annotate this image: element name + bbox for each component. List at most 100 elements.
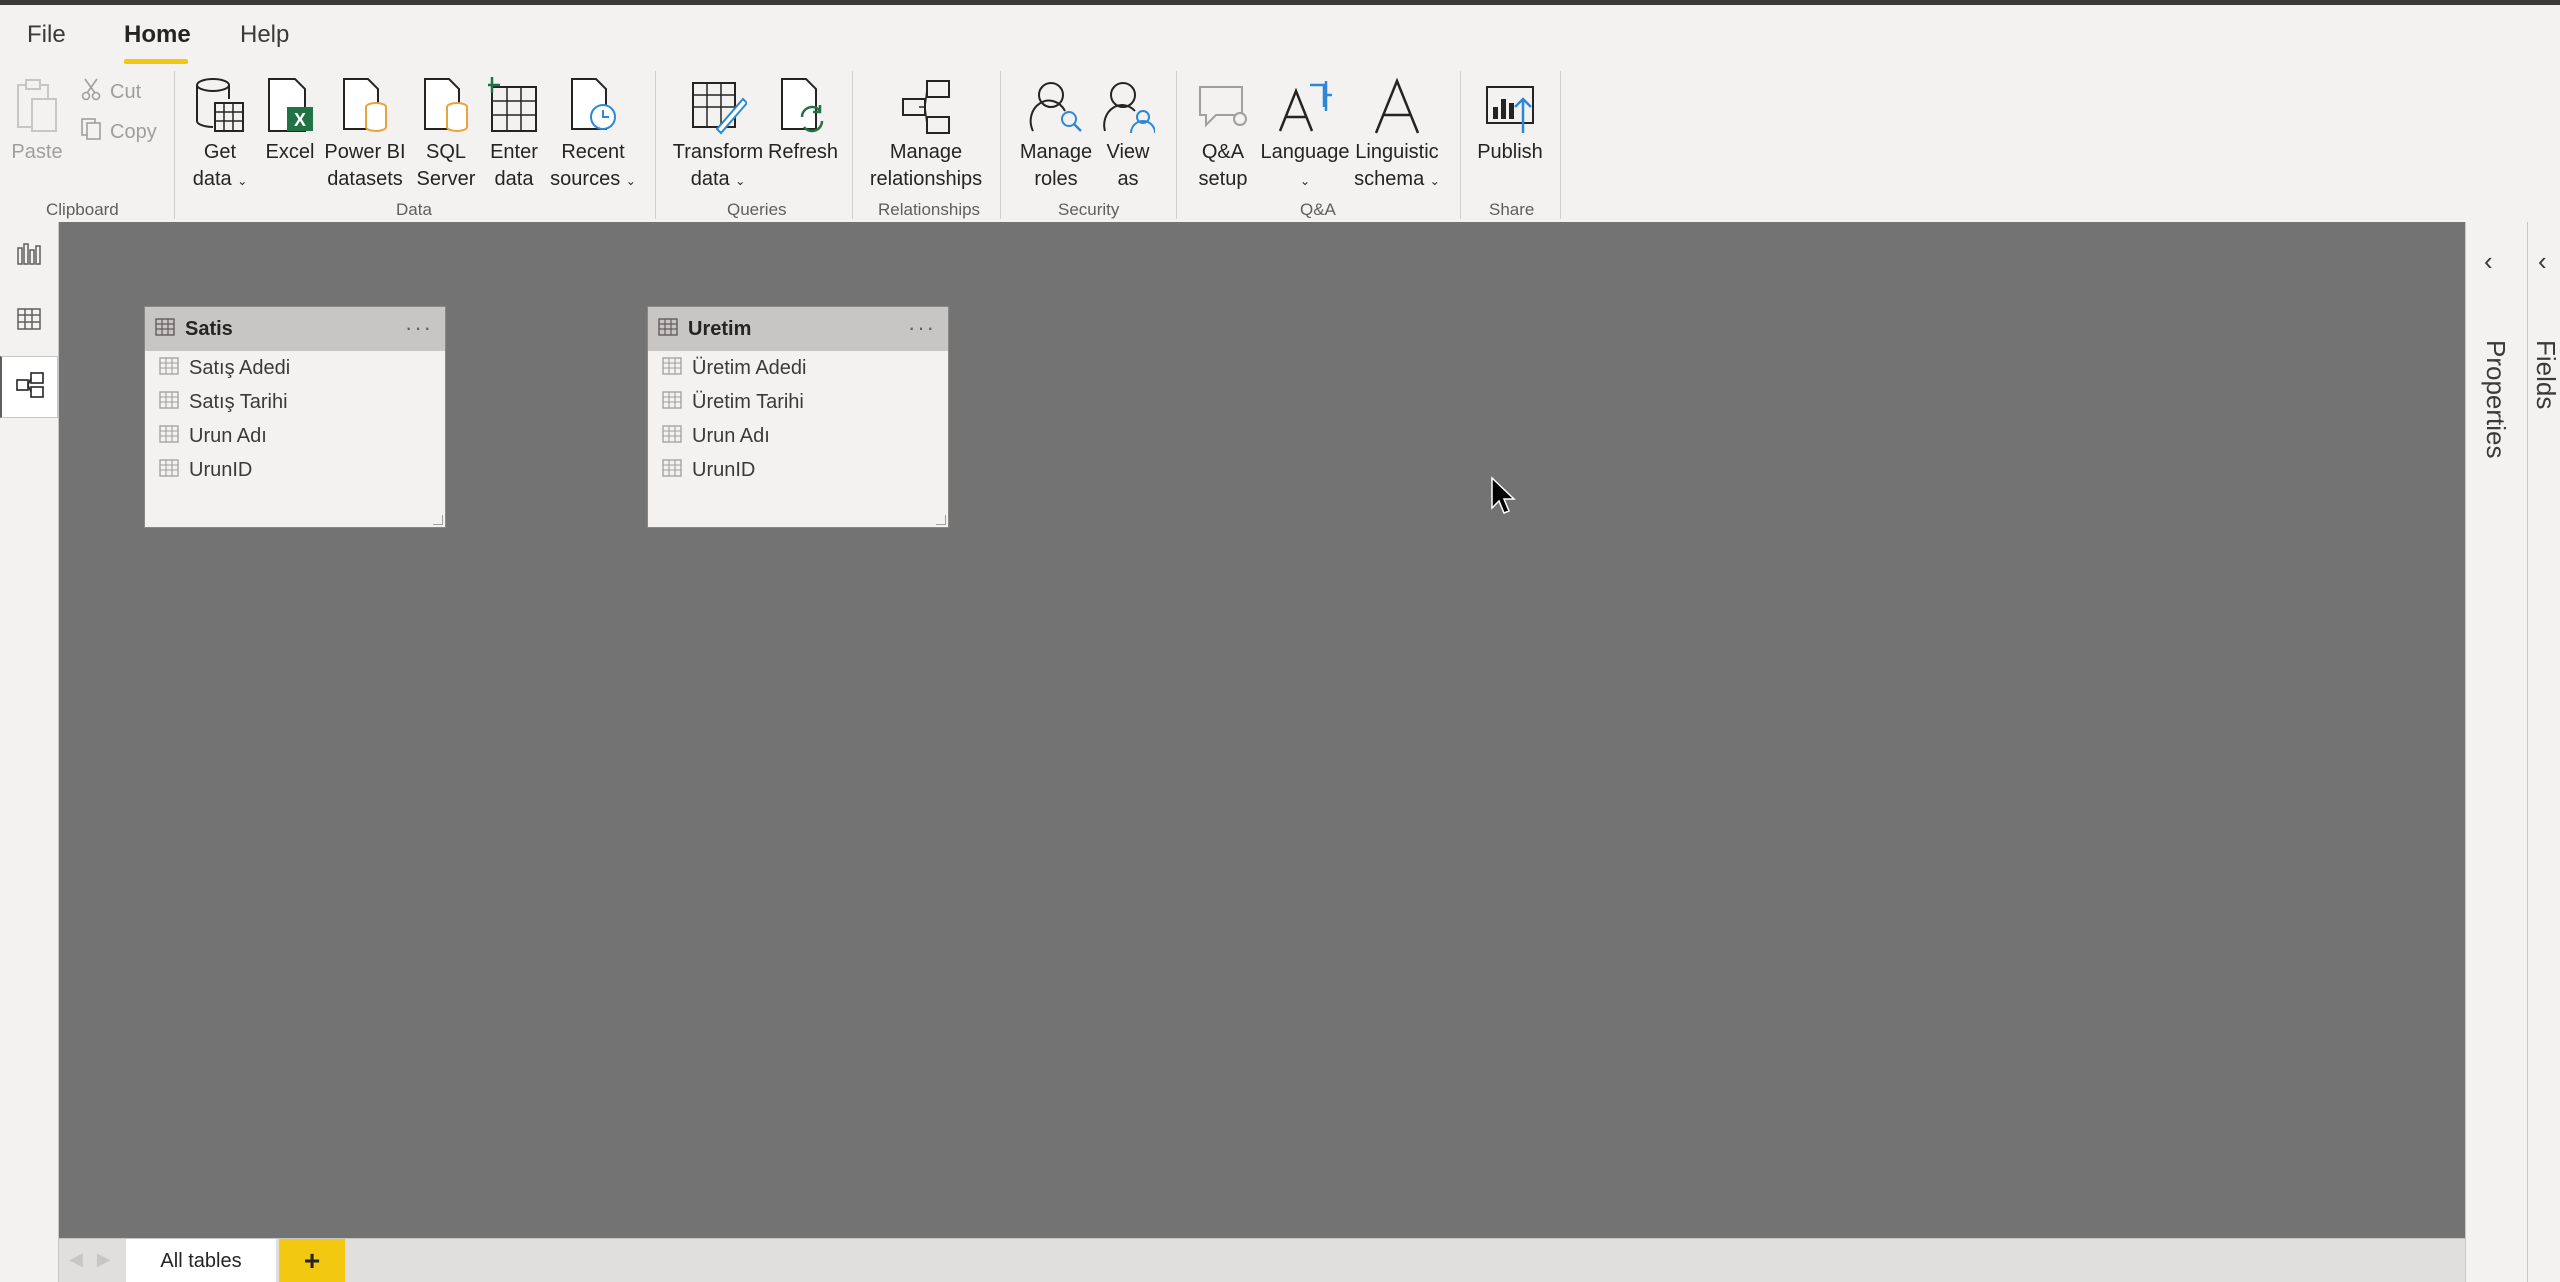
- table-card-header[interactable]: Uretim ···: [648, 307, 948, 351]
- ribbon-separator: [1560, 71, 1561, 219]
- more-options-icon[interactable]: ···: [908, 315, 936, 341]
- paste-icon: [5, 73, 69, 139]
- tab-help[interactable]: Help: [240, 21, 289, 49]
- add-layout-button[interactable]: +: [279, 1239, 345, 1282]
- field-name: Üretim Adedi: [692, 356, 807, 379]
- ribbon-separator: [1460, 71, 1461, 219]
- field-row[interactable]: Urun Adı: [648, 419, 948, 453]
- fields-pane[interactable]: ‹ Fields: [2527, 222, 2560, 1282]
- linguistic-schema-button[interactable]: Linguistic schema ⌄: [1352, 73, 1442, 195]
- ribbon-separator: [1176, 71, 1177, 219]
- get-data-button[interactable]: Get data ⌄: [188, 73, 252, 195]
- table-icon: [658, 317, 678, 341]
- language-button[interactable]: Language ⌄: [1260, 73, 1350, 195]
- paste-label: Paste: [11, 141, 63, 163]
- enter-data-icon: [482, 73, 546, 139]
- svg-text:X: X: [294, 110, 306, 130]
- transform-data-label: Transform data ⌄: [672, 141, 764, 190]
- copy-label: Copy: [110, 120, 157, 143]
- field-row[interactable]: Urun Adı: [145, 419, 445, 453]
- column-icon: [662, 356, 682, 380]
- group-label-share: Share: [1489, 200, 1535, 219]
- column-icon: [159, 390, 179, 414]
- group-label-relationships: Relationships: [878, 200, 981, 219]
- model-icon: [15, 371, 45, 404]
- menu-bar: File Home Help: [0, 5, 2560, 67]
- data-view-button[interactable]: [0, 290, 58, 352]
- power-bi-datasets-button[interactable]: Power BI datasets: [324, 73, 406, 193]
- model-canvas[interactable]: Satis ··· Satış Adedi Satış Tarihi Urun …: [59, 222, 2465, 1238]
- manage-relationships-label: Manage relationships: [869, 141, 983, 190]
- recent-sources-button[interactable]: Recent sources ⌄: [550, 73, 636, 195]
- ribbon-separator: [655, 71, 656, 219]
- view-as-button[interactable]: View as: [1100, 73, 1156, 193]
- recent-sources-label: Recent sources ⌄: [550, 141, 636, 190]
- field-row[interactable]: Satış Tarihi: [145, 385, 445, 419]
- paste-button[interactable]: Paste: [8, 73, 66, 166]
- table-card-satis[interactable]: Satis ··· Satış Adedi Satış Tarihi Urun …: [144, 306, 446, 528]
- manage-relationships-button[interactable]: Manage relationships: [866, 73, 986, 193]
- database-icon: [188, 73, 252, 139]
- chevron-left-icon[interactable]: ‹: [2484, 246, 2493, 277]
- enter-data-button[interactable]: Enter data: [484, 73, 544, 193]
- power-bi-datasets-label: Power BI datasets: [324, 141, 406, 190]
- manage-roles-button[interactable]: Manage roles: [1014, 73, 1098, 193]
- table-card-header[interactable]: Satis ···: [145, 307, 445, 351]
- ribbon: Paste Cut Copy Clipboard Get data ⌄ X Exc…: [0, 67, 2560, 222]
- properties-pane[interactable]: ‹ Properties: [2465, 222, 2527, 1282]
- view-switcher: [0, 222, 59, 1282]
- qa-setup-button[interactable]: Q&A setup: [1190, 73, 1256, 193]
- transform-data-icon: [686, 73, 750, 139]
- field-name: UrunID: [189, 458, 253, 481]
- field-row[interactable]: UrunID: [648, 453, 948, 487]
- resize-handle[interactable]: [433, 515, 443, 525]
- view-as-icon: [1096, 73, 1160, 139]
- tab-file[interactable]: File: [27, 21, 66, 49]
- table-icon: [155, 317, 175, 341]
- tab-home[interactable]: Home: [124, 21, 191, 49]
- field-name: Satış Tarihi: [189, 390, 288, 413]
- field-row[interactable]: Üretim Adedi: [648, 351, 948, 385]
- tab-all-tables[interactable]: All tables: [126, 1239, 276, 1282]
- qa-setup-label: Q&A setup: [1198, 141, 1248, 190]
- recent-sources-icon: [561, 73, 625, 139]
- excel-label: Excel: [265, 141, 315, 163]
- fields-pane-title[interactable]: Fields: [2530, 340, 2560, 409]
- cut-button[interactable]: Cut: [80, 77, 141, 107]
- ribbon-separator: [174, 71, 175, 219]
- language-label: Language ⌄: [1260, 141, 1350, 188]
- excel-icon: X: [258, 73, 322, 139]
- enter-data-label: Enter data: [490, 141, 538, 190]
- resize-handle[interactable]: [936, 515, 946, 525]
- field-row[interactable]: Satış Adedi: [145, 351, 445, 385]
- properties-pane-title[interactable]: Properties: [2480, 340, 2511, 459]
- refresh-button[interactable]: Refresh: [768, 73, 838, 166]
- transform-data-button[interactable]: Transform data ⌄: [672, 73, 764, 195]
- refresh-label: Refresh: [767, 141, 839, 163]
- excel-button[interactable]: X Excel: [262, 73, 318, 166]
- table-name: Satis: [185, 317, 233, 340]
- cut-label: Cut: [110, 80, 142, 103]
- sql-server-button[interactable]: SQL Server: [414, 73, 478, 193]
- bar-chart-icon: [16, 240, 42, 271]
- tab-scroll-arrows-icon[interactable]: ◀▶: [69, 1249, 125, 1270]
- field-name: Üretim Tarihi: [692, 390, 804, 413]
- field-row[interactable]: UrunID: [145, 453, 445, 487]
- mouse-cursor-icon: [1490, 476, 1516, 521]
- column-icon: [159, 458, 179, 482]
- field-row[interactable]: Üretim Tarihi: [648, 385, 948, 419]
- publish-button[interactable]: Publish: [1474, 73, 1546, 166]
- report-view-button[interactable]: [0, 224, 58, 286]
- group-label-security: Security: [1058, 200, 1120, 219]
- table-name: Uretim: [688, 317, 752, 340]
- dataset-icon: [333, 73, 397, 139]
- ribbon-separator: [852, 71, 853, 219]
- table-card-uretim[interactable]: Uretim ··· Üretim Adedi Üretim Tarihi Ur…: [647, 306, 949, 528]
- copy-button[interactable]: Copy: [80, 117, 157, 147]
- more-options-icon[interactable]: ···: [405, 315, 433, 341]
- model-view-button[interactable]: [0, 356, 58, 418]
- refresh-icon: [771, 73, 835, 139]
- chevron-left-icon[interactable]: ‹: [2538, 246, 2547, 277]
- qa-setup-icon: [1191, 73, 1255, 139]
- column-icon: [159, 424, 179, 448]
